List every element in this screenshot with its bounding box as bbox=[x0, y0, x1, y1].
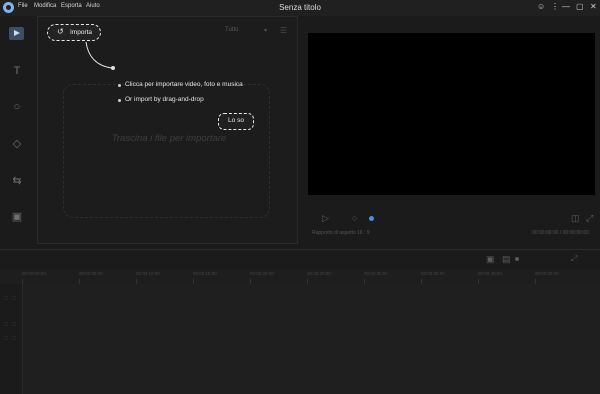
drop-hint: Trascina i file per importare bbox=[111, 133, 227, 144]
preview-window bbox=[308, 33, 595, 195]
track-mute-icon[interactable]: □ bbox=[12, 336, 16, 342]
preview-time: 00:00:00:00 / 00:00:00:00 bbox=[532, 230, 589, 236]
track-visibility-icon[interactable]: □ bbox=[12, 296, 16, 302]
marker-icon[interactable]: ▤ bbox=[502, 254, 511, 265]
fullscreen-icon[interactable]: ⤢ bbox=[586, 213, 593, 224]
ruler-tick: 00:00:15:00 bbox=[193, 271, 217, 276]
list-view-icon[interactable]: ☰ bbox=[280, 26, 287, 35]
ruler-tick: 00:00:40:00 bbox=[478, 271, 502, 276]
restore-icon[interactable]: ▢ bbox=[576, 2, 584, 12]
sidebar-item-elements[interactable]: ◇ bbox=[10, 137, 24, 151]
tip-import: Clicca per importare video, foto e music… bbox=[125, 81, 243, 88]
zoom-fit-icon[interactable]: ⤢ bbox=[571, 254, 577, 264]
snapshot-icon[interactable]: ○ bbox=[352, 213, 357, 223]
ruler-tick: 00:00:05:00 bbox=[79, 271, 103, 276]
ruler-tick: 00:00:30:00 bbox=[364, 271, 388, 276]
minimize-icon[interactable]: — bbox=[562, 2, 570, 12]
drop-zone[interactable] bbox=[63, 84, 270, 218]
ruler-tick: 00:00:35:00 bbox=[421, 271, 445, 276]
more-vertical-icon[interactable]: ⋮ bbox=[551, 2, 559, 12]
import-label[interactable]: Importa bbox=[70, 29, 92, 36]
import-icon[interactable]: ↺ bbox=[57, 27, 64, 36]
track-lock-icon[interactable]: □ bbox=[4, 322, 8, 328]
record-icon[interactable] bbox=[515, 257, 519, 261]
ruler-tick: 00:00:00:00 bbox=[22, 271, 46, 276]
bullet-icon bbox=[118, 84, 121, 87]
track-lock-icon[interactable]: □ bbox=[4, 336, 8, 342]
sidebar-item-filters[interactable]: ▣ bbox=[10, 210, 24, 224]
ruler-tick: 00:00:20:00 bbox=[250, 271, 274, 276]
got-it-button[interactable]: Lo so bbox=[218, 113, 254, 130]
timeline-tracks[interactable] bbox=[22, 284, 600, 394]
sidebar-item-effects[interactable]: ○ bbox=[10, 100, 24, 114]
sidebar-item-text[interactable]: T bbox=[10, 64, 24, 78]
sidebar-item-transitions[interactable]: ⇆ bbox=[10, 174, 24, 188]
ruler-tick: 00:00:10:00 bbox=[136, 271, 160, 276]
crop-icon[interactable]: ◫ bbox=[571, 213, 580, 224]
play-icon[interactable]: ▷ bbox=[322, 213, 329, 224]
track-lock-icon[interactable]: □ bbox=[4, 296, 8, 302]
ruler-tick: 00:00:45:00 bbox=[535, 271, 559, 276]
split-icon[interactable]: ▣ bbox=[486, 254, 495, 265]
chevron-down-icon[interactable]: ▾ bbox=[264, 27, 267, 34]
aspect-ratio-label[interactable]: Rapporto di aspetto 16 : 9 bbox=[312, 230, 370, 236]
tip-drag: Or import by drag-and-drop bbox=[125, 96, 204, 103]
user-icon[interactable]: ☺ bbox=[537, 2, 545, 12]
window-title: Senza titolo bbox=[279, 3, 321, 12]
sidebar-item-media[interactable] bbox=[9, 27, 24, 40]
close-icon[interactable]: ✕ bbox=[590, 2, 597, 12]
bullet-icon bbox=[118, 99, 121, 102]
track-mute-icon[interactable]: □ bbox=[12, 322, 16, 328]
record-dot-icon[interactable] bbox=[369, 216, 374, 221]
callout-connector-icon bbox=[85, 41, 115, 70]
ruler-tick: 00:00:25:00 bbox=[307, 271, 331, 276]
preview-controls bbox=[300, 200, 600, 244]
